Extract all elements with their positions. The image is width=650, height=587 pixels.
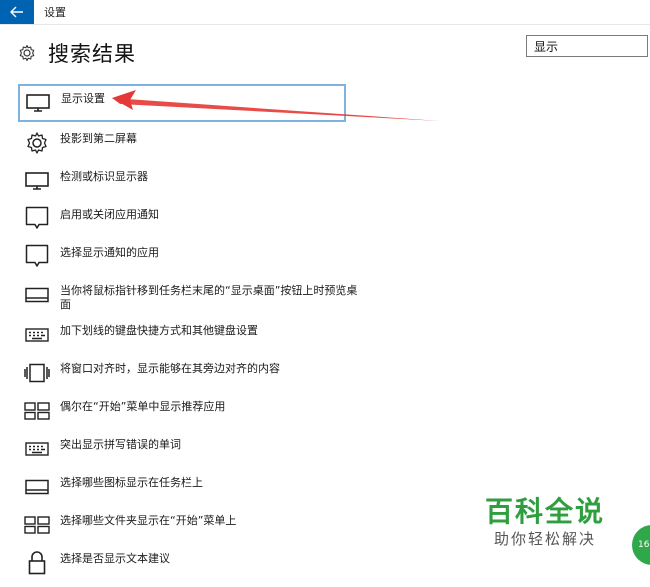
speech-bubble-icon: [22, 206, 52, 232]
keyboard-icon: [22, 436, 52, 462]
result-label: 选择显示通知的应用: [60, 246, 159, 259]
back-button[interactable]: [0, 0, 34, 24]
watermark-title: 百科全说: [484, 495, 605, 528]
result-label: 检测或标识显示器: [60, 170, 148, 183]
watermark-badge: 16: [632, 525, 650, 565]
result-label: 偶尔在“开始”菜单中显示推荐应用: [60, 400, 226, 413]
search-box[interactable]: [526, 35, 648, 57]
window-title: 设置: [44, 6, 66, 19]
result-start-folders[interactable]: 选择哪些文件夹显示在“开始”菜单上: [18, 506, 488, 544]
result-project-second-screen[interactable]: 投影到第二屏幕: [18, 124, 488, 162]
result-taskbar-icons[interactable]: 选择哪些图标显示在任务栏上: [18, 468, 488, 506]
result-start-suggestions[interactable]: 偶尔在“开始”菜单中显示推荐应用: [18, 392, 488, 430]
gear-icon: [22, 130, 52, 156]
result-text-suggestions[interactable]: 选择是否显示文本建议: [18, 544, 488, 582]
result-label: 启用或关闭应用通知: [60, 208, 159, 221]
gear-icon: [19, 44, 35, 62]
result-label: 投影到第二屏幕: [60, 132, 137, 145]
result-label: 突出显示拼写错误的单词: [60, 438, 181, 451]
result-label: 将窗口对齐时，显示能够在其旁边对齐的内容: [60, 362, 280, 375]
watermark: 百科全说 助你轻松解决: [470, 495, 620, 549]
snap-window-icon: [22, 360, 52, 386]
start-tiles-icon: [22, 398, 52, 424]
result-keyboard-shortcuts[interactable]: 加下划线的键盘快捷方式和其他键盘设置: [18, 316, 488, 354]
result-highlight-misspelled[interactable]: 突出显示拼写错误的单词: [18, 430, 488, 468]
monitor-icon: [23, 90, 53, 116]
result-label: 加下划线的键盘快捷方式和其他键盘设置: [60, 324, 258, 337]
watermark-subtitle: 助你轻松解决: [493, 530, 596, 548]
page-title: 搜索结果: [48, 42, 136, 66]
keyboard-icon: [22, 322, 52, 348]
lock-icon: [22, 550, 52, 576]
search-input[interactable]: [527, 36, 647, 57]
monitor-icon: [22, 168, 52, 194]
result-label: 选择是否显示文本建议: [60, 552, 170, 565]
speech-bubble-icon: [22, 244, 52, 270]
result-identify-displays[interactable]: 检测或标识显示器: [18, 162, 488, 200]
result-app-notifications[interactable]: 启用或关闭应用通知: [18, 200, 488, 238]
results-list: 显示设置 投影到第二屏幕 检测或标识显示器 启用或关闭应用通知 选择显示通知的应…: [18, 84, 488, 582]
page-header: 搜索结果: [18, 38, 136, 68]
start-tiles-icon: [22, 512, 52, 538]
result-label: 当你将鼠标指针移到任务栏末尾的“显示桌面”按钮上时预览桌面: [60, 284, 358, 311]
taskbar-icon: [22, 474, 52, 500]
result-label: 显示设置: [61, 92, 105, 105]
result-snap-windows[interactable]: 将窗口对齐时，显示能够在其旁边对齐的内容: [18, 354, 488, 392]
result-label: 选择哪些图标显示在任务栏上: [60, 476, 203, 489]
result-display-settings[interactable]: 显示设置: [18, 84, 346, 122]
taskbar-icon: [22, 282, 52, 308]
title-bar: 设置: [0, 0, 650, 25]
result-peek-desktop[interactable]: 当你将鼠标指针移到任务栏末尾的“显示桌面”按钮上时预览桌面: [18, 276, 488, 316]
result-notification-apps[interactable]: 选择显示通知的应用: [18, 238, 488, 276]
result-label: 选择哪些文件夹显示在“开始”菜单上: [60, 514, 237, 527]
back-arrow-icon: [10, 6, 23, 18]
